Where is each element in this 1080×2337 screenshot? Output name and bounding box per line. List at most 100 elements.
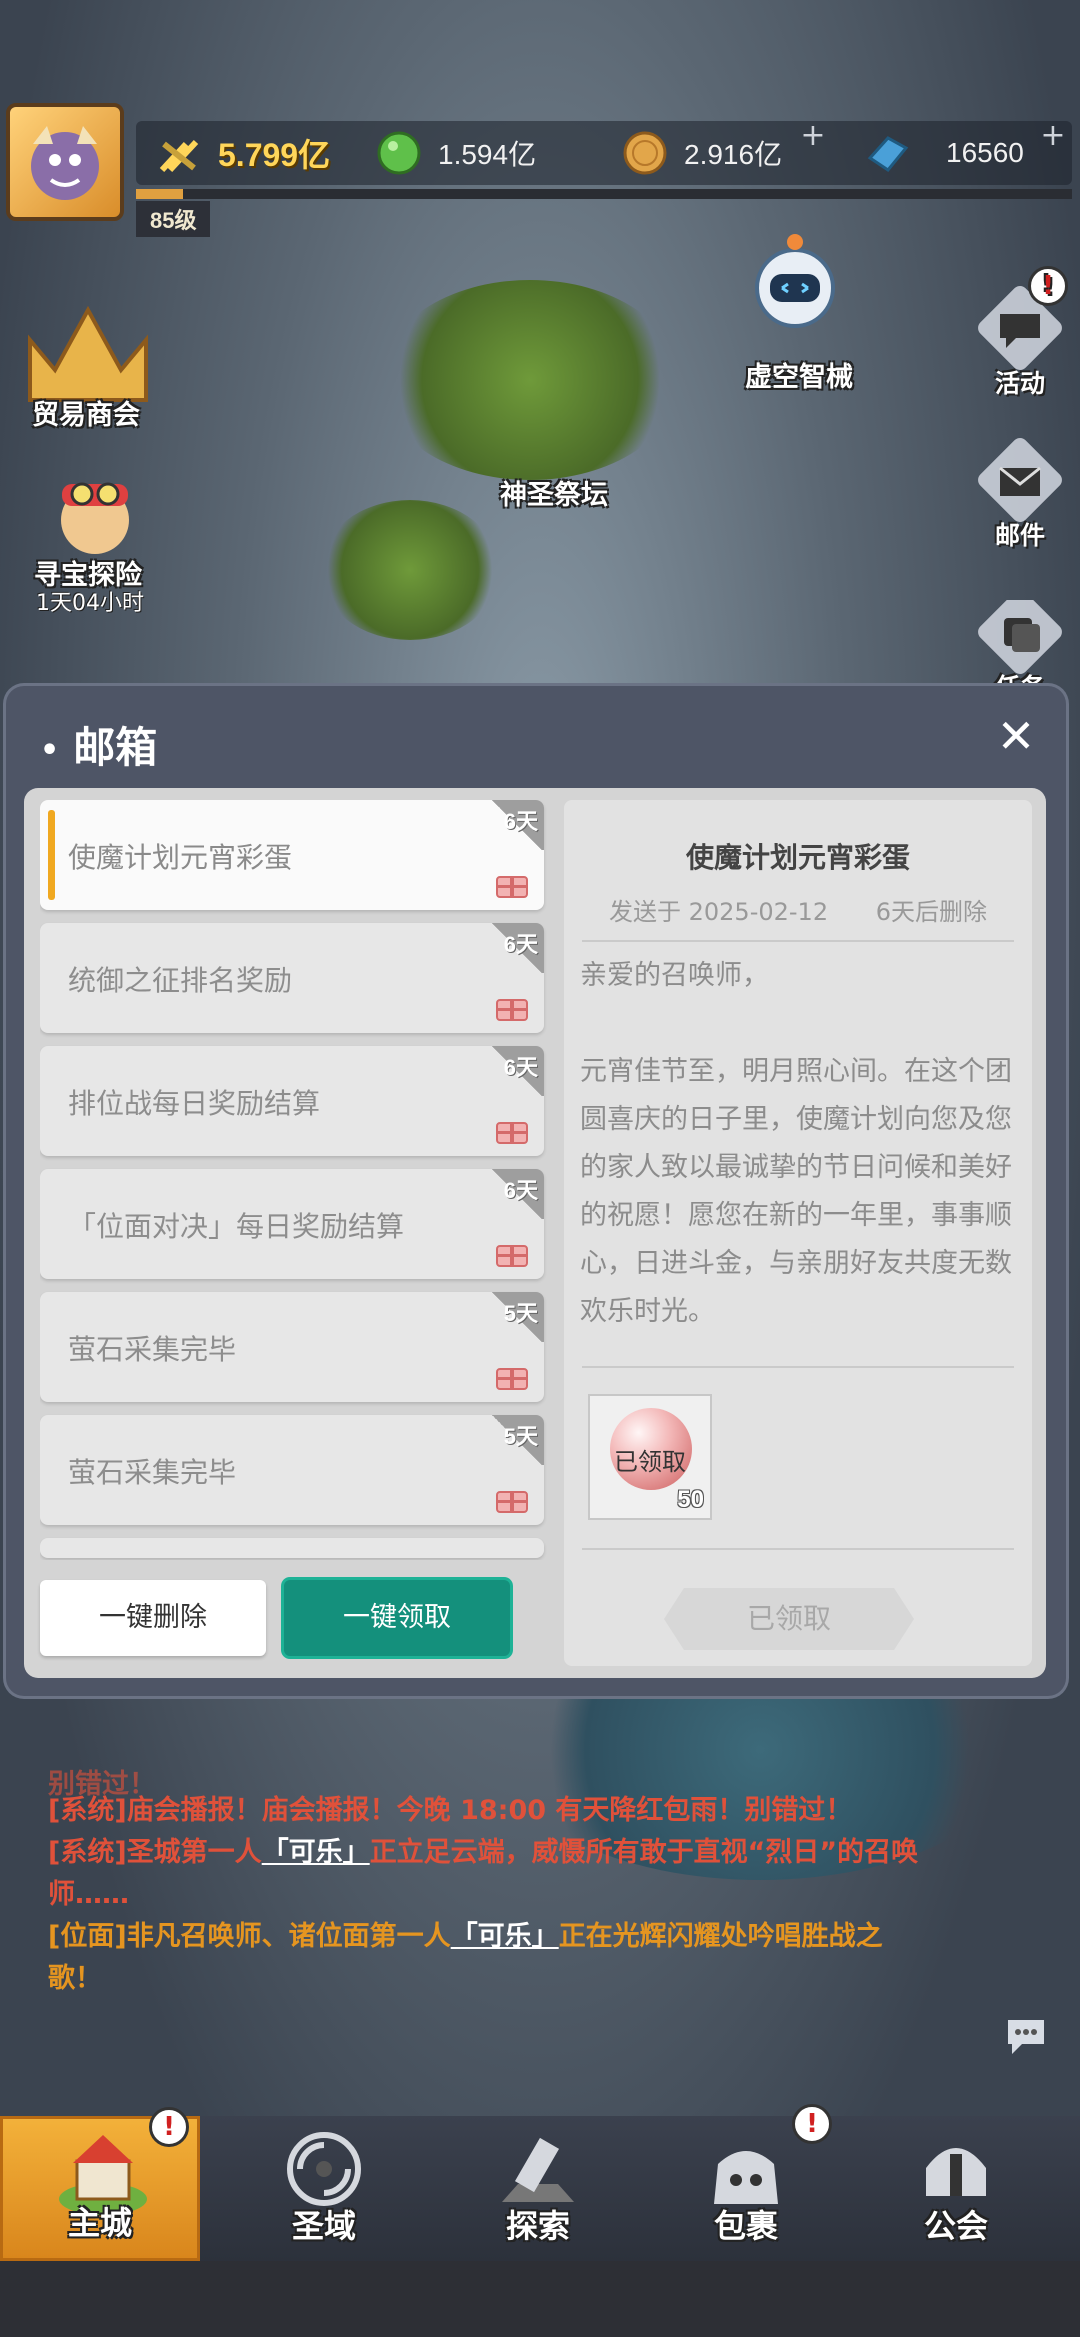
mail-list-item[interactable]: 使魔计划元宵彩蛋 6天 <box>40 800 544 910</box>
player-avatar[interactable] <box>6 103 124 221</box>
green-gem-resource: 1.594亿 <box>376 121 536 185</box>
mail-detail-meta: 发送于 2025-02-12 6天后删除 <box>564 892 1032 927</box>
claimed-state-button: 已领取 <box>664 1588 914 1650</box>
mail-item-days: 6天 <box>503 1055 538 1080</box>
world-chat: [系统]庙会播报！庙会播报！今晚 18:00 有天降红包雨！别错过！ [系统]圣城… <box>48 1790 928 2000</box>
gold-coin-resource: 2.916亿 <box>622 121 782 185</box>
mail-expiry: 6天后删除 <box>875 898 988 926</box>
chat-channel-tag: [系统] <box>48 1837 127 1868</box>
gift-icon <box>496 1122 528 1144</box>
mail-days-corner: 5天 <box>490 1292 544 1342</box>
gold-coin-icon <box>623 131 667 175</box>
mail-days-corner: 5天 <box>490 1415 544 1465</box>
chat-text: 庙会播报！庙会播报！今晚 18:00 有天降红包雨！别错过！ <box>126 1795 853 1826</box>
mail-list-item[interactable]: 「位面对决」每日奖励结算 6天 <box>40 1169 544 1279</box>
gift-icon <box>496 1491 528 1513</box>
bottom-navigation: ! 主城 圣域 探索 ! 包裹 公会 <box>0 2104 1080 2261</box>
side-tasks-label: 任务 <box>995 673 1045 686</box>
side-mail-label: 邮件 <box>994 521 1045 550</box>
mail-item-title: 萤石采集完毕 <box>68 1333 237 1366</box>
combat-power-value: 5.799亿 <box>218 137 331 173</box>
resource-strip: 5.799亿 1.594亿 2.916亿 + 16560 + <box>136 121 1072 185</box>
reward-divider-bottom <box>582 1548 1014 1550</box>
mail-list-item-partial[interactable] <box>40 1538 544 1558</box>
side-tasks-button[interactable]: 任务 <box>972 600 1068 686</box>
delete-all-button[interactable]: 一键删除 <box>40 1580 266 1656</box>
void-machine-label[interactable]: 虚空智械 <box>745 355 853 394</box>
gold-coin-value: 2.916亿 <box>684 139 783 170</box>
mail-greeting: 亲爱的召唤师， <box>580 960 769 991</box>
mail-list-item[interactable]: 排位战每日奖励结算 6天 <box>40 1046 544 1156</box>
mailbox-dialog: • 邮箱 ✕ 使魔计划元宵彩蛋 6天 统御之征排名奖励 6天 排位战每日奖励结算 6天 「位面… <box>6 686 1066 1696</box>
green-gem-value: 1.594亿 <box>438 139 537 170</box>
mail-item-days: 6天 <box>503 809 538 834</box>
add-gold-plus-icon[interactable]: + <box>796 121 830 155</box>
envelope-icon <box>999 466 1041 496</box>
mail-body-text: 元宵佳节至，明月照心间。在这个团圆喜庆的日子里，使魔计划向您及您的家人致以最诚挚… <box>580 1056 1012 1327</box>
experience-bar <box>136 189 1072 199</box>
blue-crystal-resource: 16560 <box>864 121 1024 185</box>
side-mail-button[interactable]: 邮件 <box>972 434 1068 558</box>
nav-inventory-label: 包裹 <box>713 2207 778 2245</box>
sacred-altar-label[interactable]: 神圣祭坛 <box>500 473 608 512</box>
nav-main-city[interactable]: ! 主城 <box>0 2107 200 2261</box>
mail-detail-panel: 使魔计划元宵彩蛋 发送于 2025-02-12 6天后删除 亲爱的召唤师， 元宵… <box>564 800 1032 1666</box>
mail-item-title: 萤石采集完毕 <box>68 1456 237 1489</box>
nav-sanctuary[interactable]: 圣域 <box>224 2116 424 2261</box>
add-crystal-plus-icon[interactable]: + <box>1036 121 1070 155</box>
mail-list-item[interactable]: 萤石采集完毕 5天 <box>40 1415 544 1525</box>
side-activity-label: 活动 <box>994 369 1045 398</box>
chat-bubble-icon <box>1000 314 1040 348</box>
treasure-hunt-timer: 1天04小时 <box>36 591 144 616</box>
close-icon[interactable]: ✕ <box>986 706 1046 766</box>
nav-explore[interactable]: 探索 <box>438 2116 638 2261</box>
inventory-alert-badge: ! <box>792 2104 832 2144</box>
detail-divider <box>582 940 1014 942</box>
mail-days-corner: 6天 <box>490 1046 544 1096</box>
chat-open-icon[interactable] <box>1004 2016 1048 2056</box>
mail-item-days: 5天 <box>503 1424 538 1449</box>
activity-alert-badge: ! <box>1028 266 1068 306</box>
mail-content: 亲爱的召唤师， 元宵佳节至，明月照心间。在这个团圆喜庆的日子里，使魔计划向您及您… <box>580 952 1020 1336</box>
reward-claimed-label: 已领取 <box>614 1448 686 1476</box>
chat-channel-tag: [系统] <box>48 1795 127 1826</box>
main-city-alert-badge: ! <box>149 2107 189 2147</box>
nav-inventory[interactable]: ! 包裹 <box>646 2104 846 2261</box>
mail-days-corner: 6天 <box>490 1169 544 1219</box>
mail-item-title: 「位面对决」每日奖励结算 <box>68 1210 405 1243</box>
side-activity-button[interactable]: 活动 ! <box>972 266 1068 406</box>
reward-quantity: 50 <box>677 1486 704 1513</box>
trade-guild-label[interactable]: 贸易商会 <box>32 393 140 432</box>
mail-list[interactable]: 使魔计划元宵彩蛋 6天 统御之征排名奖励 6天 排位战每日奖励结算 6天 「位面对决」每日奖… <box>40 800 548 1560</box>
nav-guild[interactable]: 公会 <box>856 2116 1056 2261</box>
treasure-hunt-explorer-icon[interactable] <box>40 470 150 560</box>
mail-item-title: 排位战每日奖励结算 <box>68 1087 321 1120</box>
mail-list-item[interactable]: 萤石采集完毕 5天 <box>40 1292 544 1402</box>
chat-player-name[interactable]: 「可乐」 <box>451 1921 559 1952</box>
nav-sanctuary-label: 圣域 <box>291 2207 356 2245</box>
nav-main-city-label: 主城 <box>67 2204 132 2242</box>
tasks-icon <box>1004 618 1040 652</box>
reward-item[interactable]: 已领取 50 <box>588 1394 712 1520</box>
gift-icon <box>496 1368 528 1390</box>
gift-icon <box>496 999 528 1021</box>
power-icon <box>159 139 199 173</box>
mailbox-body: 使魔计划元宵彩蛋 6天 统御之征排名奖励 6天 排位战每日奖励结算 6天 「位面对决」每日奖… <box>24 788 1046 1678</box>
chat-player-name[interactable]: 「可乐」 <box>262 1837 370 1868</box>
mailbox-title: • 邮箱 <box>40 723 158 772</box>
avatar-portrait-icon <box>31 126 99 200</box>
claim-all-button[interactable]: 一键领取 <box>284 1580 510 1656</box>
void-machine-robot-icon[interactable] <box>740 230 850 340</box>
chat-message: [系统]庙会播报！庙会播报！今晚 18:00 有天降红包雨！别错过！ <box>48 1790 928 1832</box>
floating-tree <box>320 500 500 640</box>
system-nav-strip <box>0 2261 1080 2337</box>
combat-power: 5.799亿 <box>156 121 330 185</box>
player-level: 85级 <box>136 201 211 237</box>
chat-text-pre: 非凡召唤师、诸位面第一人 <box>126 1921 451 1952</box>
top-bar: 5.799亿 1.594亿 2.916亿 + 16560 + 85级 <box>0 95 1080 237</box>
chat-message: [系统]圣城第一人「可乐」正立足云端，威慑所有敢于直视“烈日”的召唤师…… <box>48 1832 928 1916</box>
nav-guild-label: 公会 <box>923 2207 988 2245</box>
mail-list-item[interactable]: 统御之征排名奖励 6天 <box>40 923 544 1033</box>
mail-days-corner: 6天 <box>490 923 544 973</box>
mail-item-days: 6天 <box>503 1178 538 1203</box>
